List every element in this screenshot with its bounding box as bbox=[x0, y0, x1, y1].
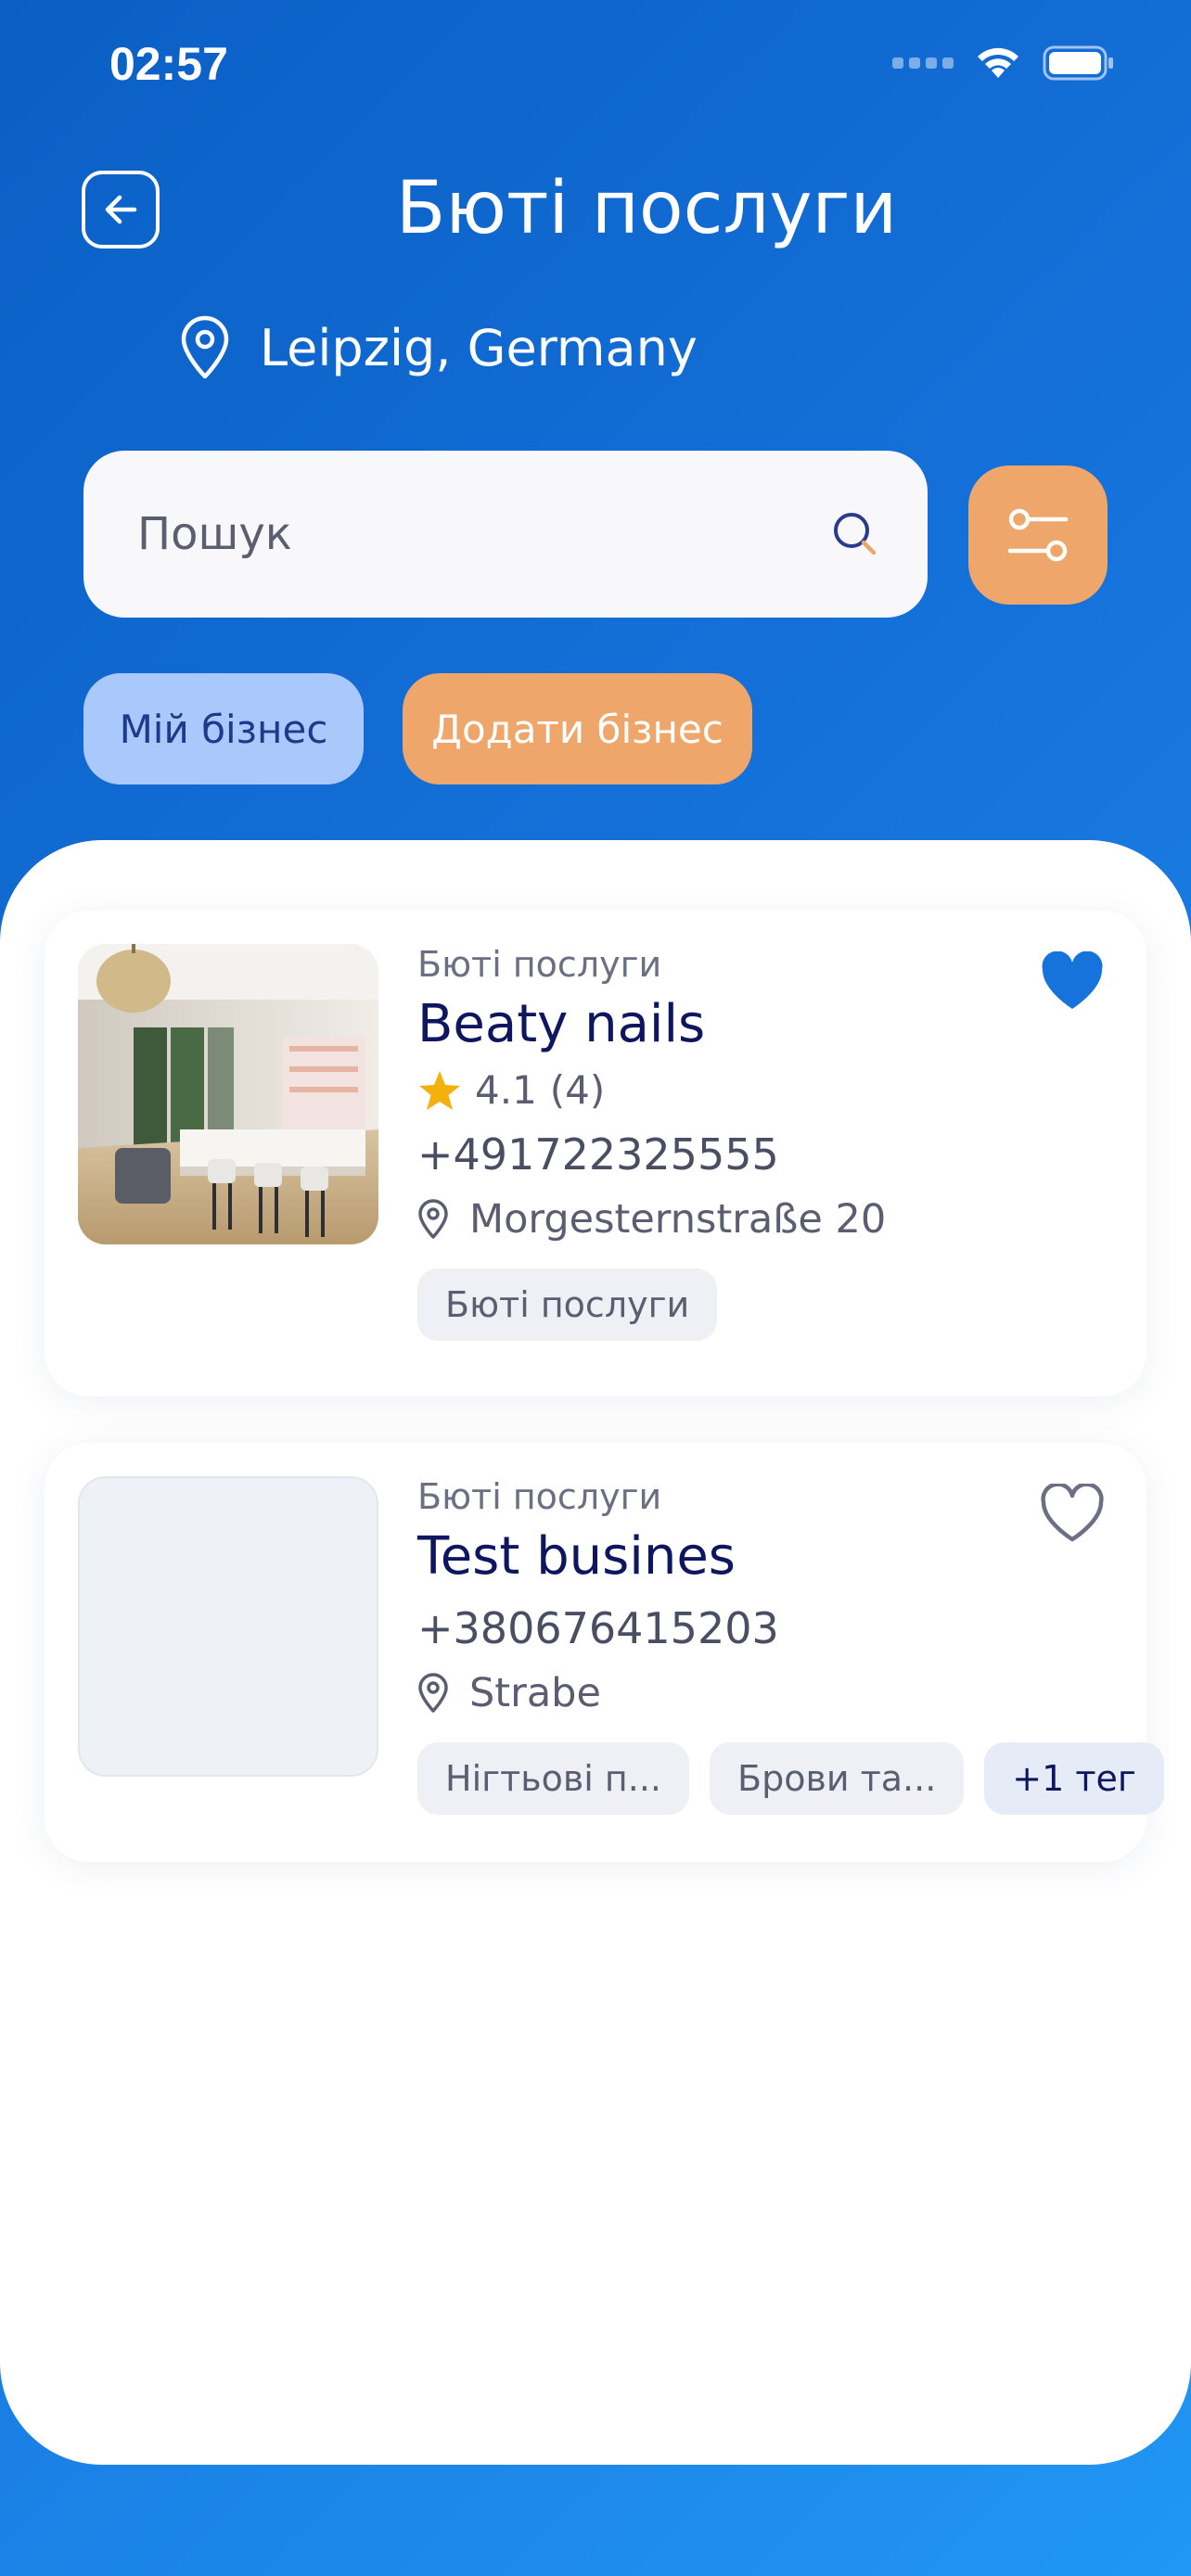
business-phone[interactable]: +491722325555 bbox=[417, 1129, 1109, 1180]
business-name: Test busines bbox=[417, 1526, 736, 1587]
wifi-icon bbox=[978, 47, 1018, 78]
status-time: 02:57 bbox=[109, 38, 228, 90]
business-rating: 4.1 (4) bbox=[417, 1067, 1109, 1113]
business-name: Beaty nails bbox=[417, 994, 706, 1054]
favorite-button[interactable] bbox=[1039, 950, 1106, 1016]
map-pin-icon bbox=[418, 1673, 448, 1713]
location-label: Leipzig, Germany bbox=[260, 318, 698, 377]
status-bar: 02:57 bbox=[0, 0, 1191, 139]
heart-filled-icon bbox=[1042, 950, 1103, 1009]
add-business-button[interactable]: Додати бізнес bbox=[403, 673, 752, 784]
business-phone[interactable]: +380676415203 bbox=[417, 1603, 1109, 1653]
review-count: (4) bbox=[549, 1067, 606, 1113]
business-category: Бюті послуги bbox=[417, 944, 662, 985]
battery-icon bbox=[1043, 45, 1113, 81]
tag: Бюті послуги bbox=[417, 1269, 718, 1341]
star-icon bbox=[419, 1070, 460, 1110]
heart-outline-icon bbox=[1041, 1482, 1104, 1542]
status-icons bbox=[892, 45, 1115, 82]
business-photo-placeholder bbox=[78, 1476, 378, 1777]
sliders-icon bbox=[1007, 508, 1069, 562]
tag-list: Нігтьові п... Брови та... +1 тег bbox=[417, 1742, 1164, 1815]
search-input[interactable] bbox=[137, 508, 831, 560]
filter-button[interactable] bbox=[968, 465, 1108, 605]
address-label: Strabe bbox=[469, 1670, 601, 1716]
map-pin-icon bbox=[181, 315, 229, 379]
address-label: Morgesternstraße 20 bbox=[469, 1196, 887, 1243]
tag-list: Бюті послуги bbox=[417, 1269, 1109, 1341]
cellular-signal-icon bbox=[892, 57, 954, 69]
tag: Нігтьові п... bbox=[417, 1742, 689, 1815]
business-address: Strabe bbox=[417, 1670, 1109, 1716]
business-card[interactable]: Бюті послуги Beaty nails 4.1 (4) +491722… bbox=[45, 911, 1146, 1396]
favorite-button[interactable] bbox=[1039, 1482, 1106, 1549]
business-info: Бюті послуги Beaty nails 4.1 (4) +491722… bbox=[417, 944, 1109, 1341]
more-tags-badge[interactable]: +1 тег bbox=[984, 1742, 1164, 1815]
page-title: Бюті послуги bbox=[395, 167, 898, 250]
business-photo bbox=[78, 944, 378, 1244]
search-icon[interactable] bbox=[831, 510, 879, 558]
business-card[interactable]: Бюті послуги Test busines +380676415203 … bbox=[45, 1443, 1164, 1862]
search-bar[interactable] bbox=[83, 451, 928, 618]
tag: Брови та... bbox=[710, 1742, 965, 1815]
rating-value: 4.1 bbox=[475, 1067, 537, 1113]
business-address: Morgesternstraße 20 bbox=[417, 1196, 1109, 1243]
location-selector[interactable]: Leipzig, Germany bbox=[178, 315, 698, 380]
business-category: Бюті послуги bbox=[417, 1476, 662, 1517]
business-info: Бюті послуги Test busines +380676415203 … bbox=[417, 1476, 1164, 1815]
map-pin-icon bbox=[418, 1199, 448, 1239]
my-business-button[interactable]: Мій бізнес bbox=[83, 673, 364, 784]
